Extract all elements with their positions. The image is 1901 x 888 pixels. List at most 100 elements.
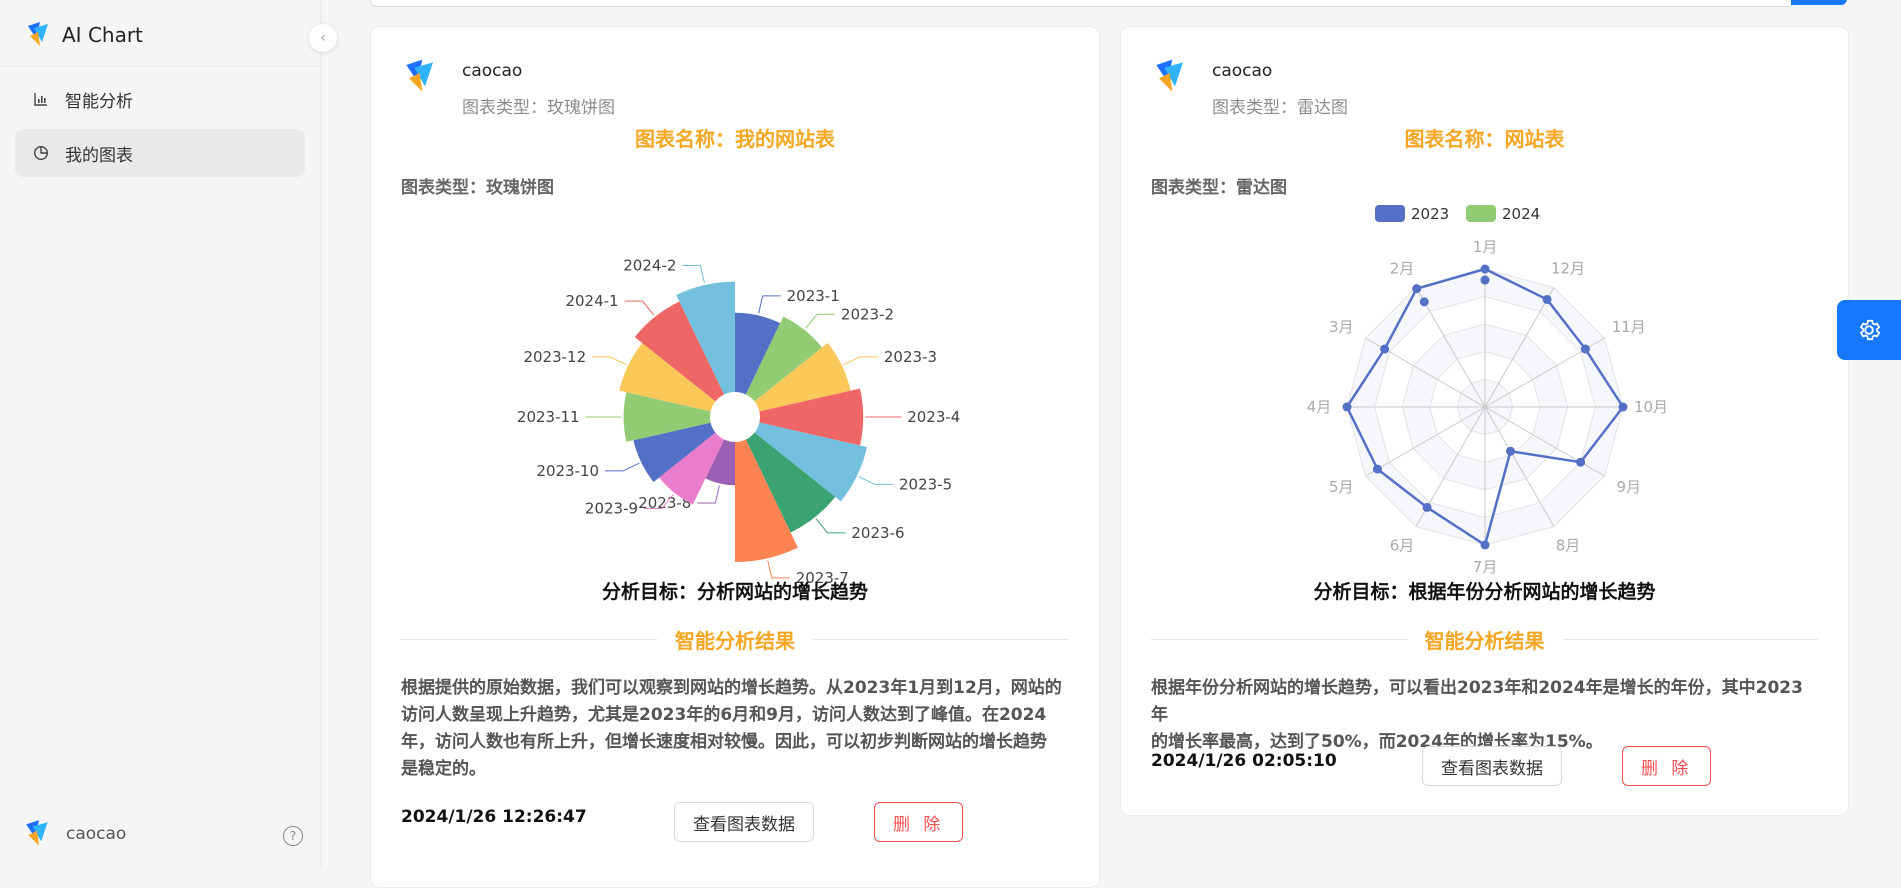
label-line [815,518,846,534]
slice-label: 2023-1 [787,287,840,305]
radar-indicator-label: 12月 [1551,259,1585,277]
radar-indicator-label: 6月 [1390,537,1415,555]
settings-button[interactable] [1837,300,1901,360]
radar-point [1419,297,1429,307]
slice-label: 2023-11 [517,408,580,426]
label-line [592,356,627,366]
radar-indicator-label: 9月 [1616,478,1641,496]
label-line [682,264,705,284]
chart-name: 图表名称：我的网站表 [635,127,835,151]
slice-label: 2023-4 [907,408,960,426]
analysis-goal: 分析目标：分析网站的增长趋势 [601,581,868,603]
bar-chart-icon [33,91,55,107]
legend-swatch [1375,205,1405,222]
pie-chart-icon [33,145,55,161]
radar-indicator-label: 8月 [1556,537,1581,555]
created-time: 2024/1/26 02:05:10 [1151,751,1337,771]
radar-indicator-label: 3月 [1329,318,1354,336]
view-chart-data-button[interactable]: 查看图表数据 [674,802,814,842]
radar-point [1618,402,1628,412]
app-title: AI Chart [62,23,143,47]
brand[interactable]: AI Chart [24,18,143,52]
slice-label: 2023-2 [841,305,894,323]
slice-label: 2023-10 [536,462,599,480]
analysis-divider: 智能分析结果 [1151,625,1818,654]
radar-point [1372,464,1382,474]
user-name: caocao [66,824,127,844]
analysis-result: 根据提供的原始数据，我们可以观察到网站的增长趋势。从2023年1月到12月，网站… [401,675,1069,783]
sidebar-item-label: 智能分析 [65,91,133,112]
legend-swatch [1466,205,1496,222]
legend-label: 2024 [1502,205,1540,223]
slice-label: 2024-1 [565,292,618,310]
radar-point [1380,344,1390,354]
radar-point [1422,502,1432,512]
radar-point [1480,540,1490,550]
analysis-line: 根据年份分析网站的增长趋势，可以看出2023年和2024年是增长的年份，其中20… [1151,678,1803,725]
analysis-line: 年，访问人数也有所上升，但增长速度相对较慢。因此，可以初步判断网站的增长趋势 [401,732,1047,752]
slice-label: 2023-9 [585,499,638,517]
radar-indicator-label: 11月 [1612,318,1646,336]
chart-type-label: 图表类型：玫瑰饼图 [401,178,554,198]
radar-indicator-label: 10月 [1634,398,1668,416]
rose-pie-chart: 2023-12023-2 2023-3 2023-4 2023-5 2023-6 2023… [517,256,960,586]
card-user-name: caocao [462,61,523,81]
chart-card: caocao 图表类型：雷达图 图表名称：网站表 图表类型：雷达图 1月 12月 1… [1120,26,1849,816]
search-input[interactable] [370,0,1794,7]
gear-icon [1859,319,1881,341]
radar-indicator-label: 5月 [1329,478,1354,496]
user-profile[interactable]: caocao [22,818,126,850]
chart-name: 图表名称：网站表 [1404,127,1565,151]
radar-indicator-label: 1月 [1473,238,1498,256]
analysis-result: 根据年份分析网站的增长趋势，可以看出2023年和2024年是增长的年份，其中20… [1151,675,1818,756]
slice-label: 2023-3 [884,348,937,366]
label-line [805,313,835,329]
radar-indicator-label: 2月 [1390,259,1415,277]
legend-label: 2023 [1411,205,1449,223]
avatar [26,820,48,846]
analysis-title: 智能分析结果 [1424,629,1545,653]
radar-point [1506,446,1516,456]
analysis-line: 根据提供的原始数据，我们可以观察到网站的增长趋势。从2023年1月到12月，网站… [401,678,1062,698]
label-line [605,462,640,472]
brand-divider [0,66,320,67]
delete-button[interactable]: 删 除 [874,802,964,842]
avatar [1156,59,1183,92]
label-line [767,560,790,579]
slice-label: 2024-2 [623,256,676,274]
slice-label: 2023-5 [899,475,952,493]
radar-point [1480,275,1490,285]
question-circle-icon[interactable]: ? [283,826,303,846]
radar-point [1542,294,1552,304]
chart-type-label: 图表类型：雷达图 [1151,178,1287,198]
delete-button[interactable]: 删 除 [1622,746,1712,786]
logo-icon [28,22,48,46]
card-user-name: caocao [1212,61,1273,81]
label-line [858,476,894,485]
sidebar-item-my-charts[interactable]: 我的图表 [15,129,305,177]
label-line [843,356,878,366]
view-chart-data-button[interactable]: 查看图表数据 [1422,746,1562,786]
created-time: 2024/1/26 12:26:47 [401,807,587,827]
chart-card: caocao 图表类型：玫瑰饼图 图表名称：我的网站表 图表类型：玫瑰饼图 20… [370,26,1100,888]
sidebar: AI Chart 智能分析 我的图表 caocao ? [0,0,321,867]
label-line [624,300,655,316]
sidebar-item-label: 我的图表 [65,145,133,166]
chevron-left-icon[interactable]: ‹ [309,24,337,52]
search-button[interactable] [1791,0,1847,5]
card-subtitle: 图表类型：雷达图 [1212,98,1348,118]
radar-point [1580,344,1590,354]
sidebar-item-smart-analysis[interactable]: 智能分析 [15,75,305,123]
radar-indicator-label: 7月 [1473,558,1498,576]
radar-point [1576,457,1586,467]
radar-chart: 1月 12月 11月 10月 9月 8月 7月 6月 5月 4月 3月 2月 2023 2024 [1307,205,1668,576]
analysis-goal: 分析目标：根据年份分析网站的增长趋势 [1313,581,1656,603]
card-subtitle: 图表类型：玫瑰饼图 [462,98,615,118]
label-line [758,295,781,314]
radar-point [1480,264,1490,274]
avatar [406,59,433,92]
radar-point [1342,402,1352,412]
slice-label: 2023-12 [523,348,586,366]
slice-label: 2023-6 [851,524,904,542]
radar-point [1412,284,1422,294]
